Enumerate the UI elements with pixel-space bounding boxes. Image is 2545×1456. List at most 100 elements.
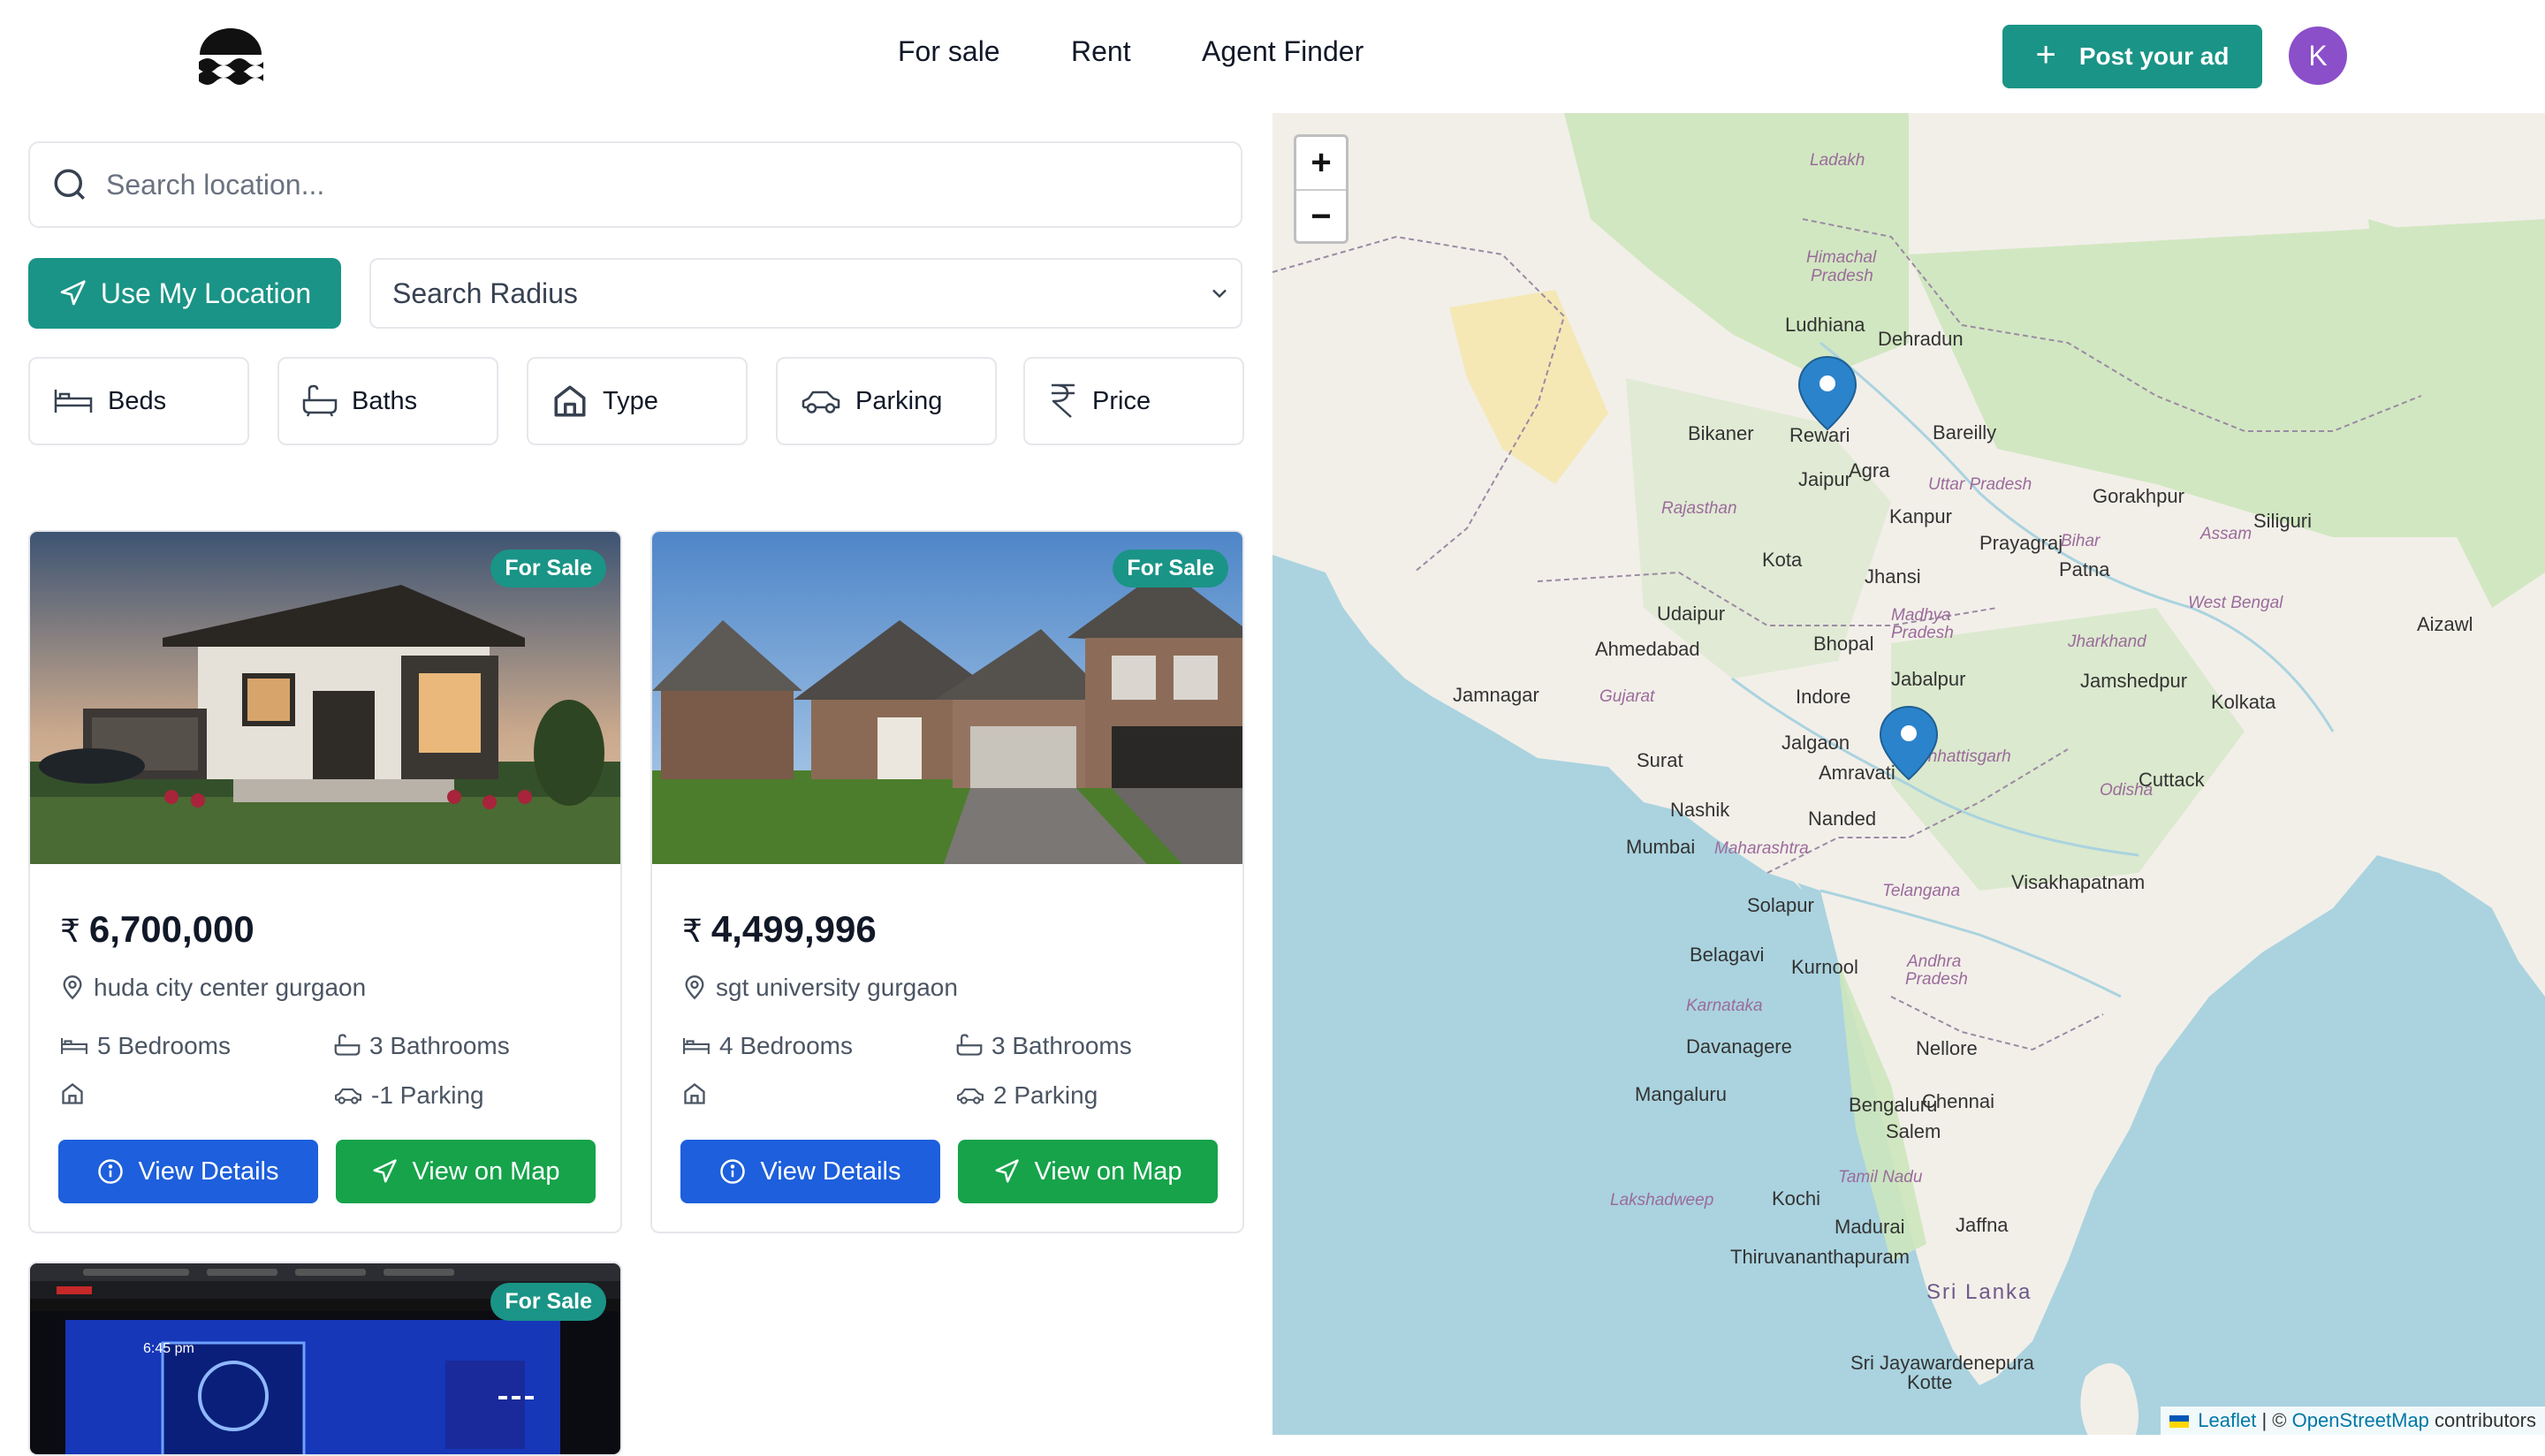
filter-parking[interactable]: Parking bbox=[776, 357, 997, 445]
svg-text:Visakhapatnam: Visakhapatnam bbox=[2011, 871, 2145, 893]
ukraine-flag-icon bbox=[2169, 1415, 2190, 1429]
svg-text:Karnataka: Karnataka bbox=[1686, 997, 1763, 1015]
map-pin-icon bbox=[63, 975, 82, 1000]
home-icon bbox=[684, 1083, 705, 1104]
attribution-separator: | © bbox=[2261, 1409, 2287, 1431]
bathrooms-text: 3 Bathrooms bbox=[369, 1032, 510, 1059]
svg-text:Patna: Patna bbox=[2059, 558, 2110, 580]
search-input[interactable] bbox=[104, 167, 1168, 202]
svg-text:Lakshadweep: Lakshadweep bbox=[1610, 1191, 1713, 1210]
rupee-icon bbox=[1052, 383, 1075, 418]
property-type bbox=[682, 1081, 707, 1106]
svg-text:Nanded: Nanded bbox=[1808, 808, 1876, 830]
svg-text:Salem: Salem bbox=[1886, 1120, 1941, 1142]
post-ad-button[interactable]: + Post your ad bbox=[2002, 25, 2262, 88]
leaflet-link[interactable]: Leaflet bbox=[2198, 1409, 2256, 1431]
view-on-map-label: View on Map bbox=[1034, 1156, 1182, 1186]
svg-text:Bikaner: Bikaner bbox=[1688, 422, 1754, 444]
status-badge: For Sale bbox=[490, 550, 606, 588]
home-icon bbox=[62, 1083, 83, 1104]
svg-text:Kochi: Kochi bbox=[1772, 1187, 1820, 1210]
filter-beds-label: Beds bbox=[108, 386, 167, 415]
svg-text:Bihar: Bihar bbox=[2061, 532, 2101, 550]
map-tiles: Ludhiana Dehradun Bikaner Rewari Jaipur … bbox=[1272, 113, 2545, 1435]
svg-text:Jaipur: Jaipur bbox=[1798, 468, 1851, 490]
svg-text:Nellore: Nellore bbox=[1916, 1037, 1978, 1059]
property-type bbox=[60, 1081, 85, 1106]
filter-baths[interactable]: Baths bbox=[277, 357, 498, 445]
svg-text:Andhra: Andhra bbox=[1906, 952, 1961, 971]
map-view[interactable]: Ludhiana Dehradun Bikaner Rewari Jaipur … bbox=[1272, 113, 2545, 1435]
listing-card: For Sale ₹4,499,996 sgt university gurga… bbox=[650, 530, 1244, 1233]
search-box bbox=[28, 141, 1242, 228]
svg-text:Agra: Agra bbox=[1849, 459, 1890, 482]
bath-icon bbox=[334, 1034, 361, 1056]
svg-text:Mumbai: Mumbai bbox=[1626, 836, 1695, 858]
svg-text:Nashik: Nashik bbox=[1670, 799, 1730, 821]
listing-photo[interactable]: For Sale bbox=[652, 532, 1242, 864]
svg-text:Dehradun: Dehradun bbox=[1878, 328, 1964, 350]
nav-rent[interactable]: Rent bbox=[1071, 35, 1131, 68]
bedrooms: 4 Bedrooms bbox=[682, 1032, 853, 1060]
svg-text:Kolkata: Kolkata bbox=[2211, 691, 2276, 713]
view-details-label: View Details bbox=[138, 1156, 279, 1186]
view-details-button[interactable]: View Details bbox=[680, 1140, 940, 1203]
status-badge: For Sale bbox=[490, 1283, 606, 1321]
view-details-label: View Details bbox=[760, 1156, 901, 1186]
zoom-out-button[interactable]: − bbox=[1296, 191, 1346, 243]
nav-for-sale[interactable]: For sale bbox=[898, 35, 1000, 68]
osm-link[interactable]: OpenStreetMap bbox=[2292, 1409, 2429, 1431]
svg-text:Gorakhpur: Gorakhpur bbox=[2093, 485, 2184, 507]
price: ₹4,499,996 bbox=[682, 908, 877, 951]
logo-icon[interactable] bbox=[196, 27, 265, 85]
listing-photo[interactable]: 6:45 pm For Sale bbox=[30, 1263, 620, 1454]
search-radius-select[interactable]: Search Radius bbox=[369, 258, 1242, 329]
view-on-map-button[interactable]: View on Map bbox=[336, 1140, 596, 1203]
svg-text:Kota: Kota bbox=[1762, 549, 1803, 571]
view-details-button[interactable]: View Details bbox=[58, 1140, 318, 1203]
search-radius-label: Search Radius bbox=[392, 277, 578, 309]
svg-text:Jhansi: Jhansi bbox=[1865, 565, 1921, 588]
navigation-arrow-icon bbox=[60, 280, 86, 306]
svg-text:Indore: Indore bbox=[1796, 686, 1850, 708]
listing-location-text: huda city center gurgaon bbox=[94, 974, 367, 1001]
view-on-map-button[interactable]: View on Map bbox=[958, 1140, 1218, 1203]
bed-icon bbox=[61, 1037, 87, 1055]
listing-card: For Sale ₹6,700,000 huda city center gur… bbox=[28, 530, 622, 1233]
listing-photo[interactable]: For Sale bbox=[30, 532, 620, 864]
svg-text:Jaffna: Jaffna bbox=[1956, 1214, 2009, 1236]
svg-text:Aizawl: Aizawl bbox=[2417, 613, 2473, 635]
svg-text:Madhya: Madhya bbox=[1891, 606, 1951, 625]
use-my-location-button[interactable]: Use My Location bbox=[28, 258, 341, 329]
svg-text:Jamnagar: Jamnagar bbox=[1453, 684, 1539, 706]
filter-beds[interactable]: Beds bbox=[28, 357, 249, 445]
svg-text:Sri Lanka: Sri Lanka bbox=[1926, 1280, 2032, 1304]
svg-text:Mangaluru: Mangaluru bbox=[1635, 1083, 1727, 1105]
attribution-contributors: contributors bbox=[2435, 1409, 2536, 1431]
bath-icon bbox=[956, 1034, 983, 1056]
filter-price[interactable]: Price bbox=[1023, 357, 1244, 445]
svg-text:Amravati: Amravati bbox=[1819, 762, 1895, 784]
listing-card: 6:45 pm For Sale bbox=[28, 1262, 622, 1456]
filter-type[interactable]: Type bbox=[527, 357, 748, 445]
svg-text:Uttar Pradesh: Uttar Pradesh bbox=[1928, 475, 2032, 494]
svg-text:West Bengal: West Bengal bbox=[2188, 594, 2283, 612]
plus-icon: + bbox=[2035, 35, 2056, 74]
currency-symbol: ₹ bbox=[682, 913, 703, 949]
view-on-map-label: View on Map bbox=[412, 1156, 560, 1186]
svg-text:Telangana: Telangana bbox=[1882, 882, 1960, 900]
listing-location: huda city center gurgaon bbox=[60, 974, 366, 1002]
listing-location-text: sgt university gurgaon bbox=[716, 974, 958, 1001]
nav-agent-finder[interactable]: Agent Finder bbox=[1202, 35, 1364, 68]
zoom-in-button[interactable]: + bbox=[1296, 137, 1346, 191]
price-value: 4,499,996 bbox=[710, 908, 877, 950]
svg-text:Jharkhand: Jharkhand bbox=[2067, 633, 2147, 651]
post-ad-label: Post your ad bbox=[2078, 42, 2230, 70]
parking-text: -1 Parking bbox=[371, 1081, 484, 1109]
avatar[interactable]: K bbox=[2289, 27, 2347, 85]
car-icon bbox=[335, 1088, 361, 1104]
bath-icon bbox=[302, 384, 338, 417]
map-attribution: Leaflet | © OpenStreetMap contributors bbox=[2161, 1407, 2545, 1435]
svg-text:Rewari: Rewari bbox=[1789, 424, 1850, 446]
map-pin-icon bbox=[685, 975, 704, 1000]
